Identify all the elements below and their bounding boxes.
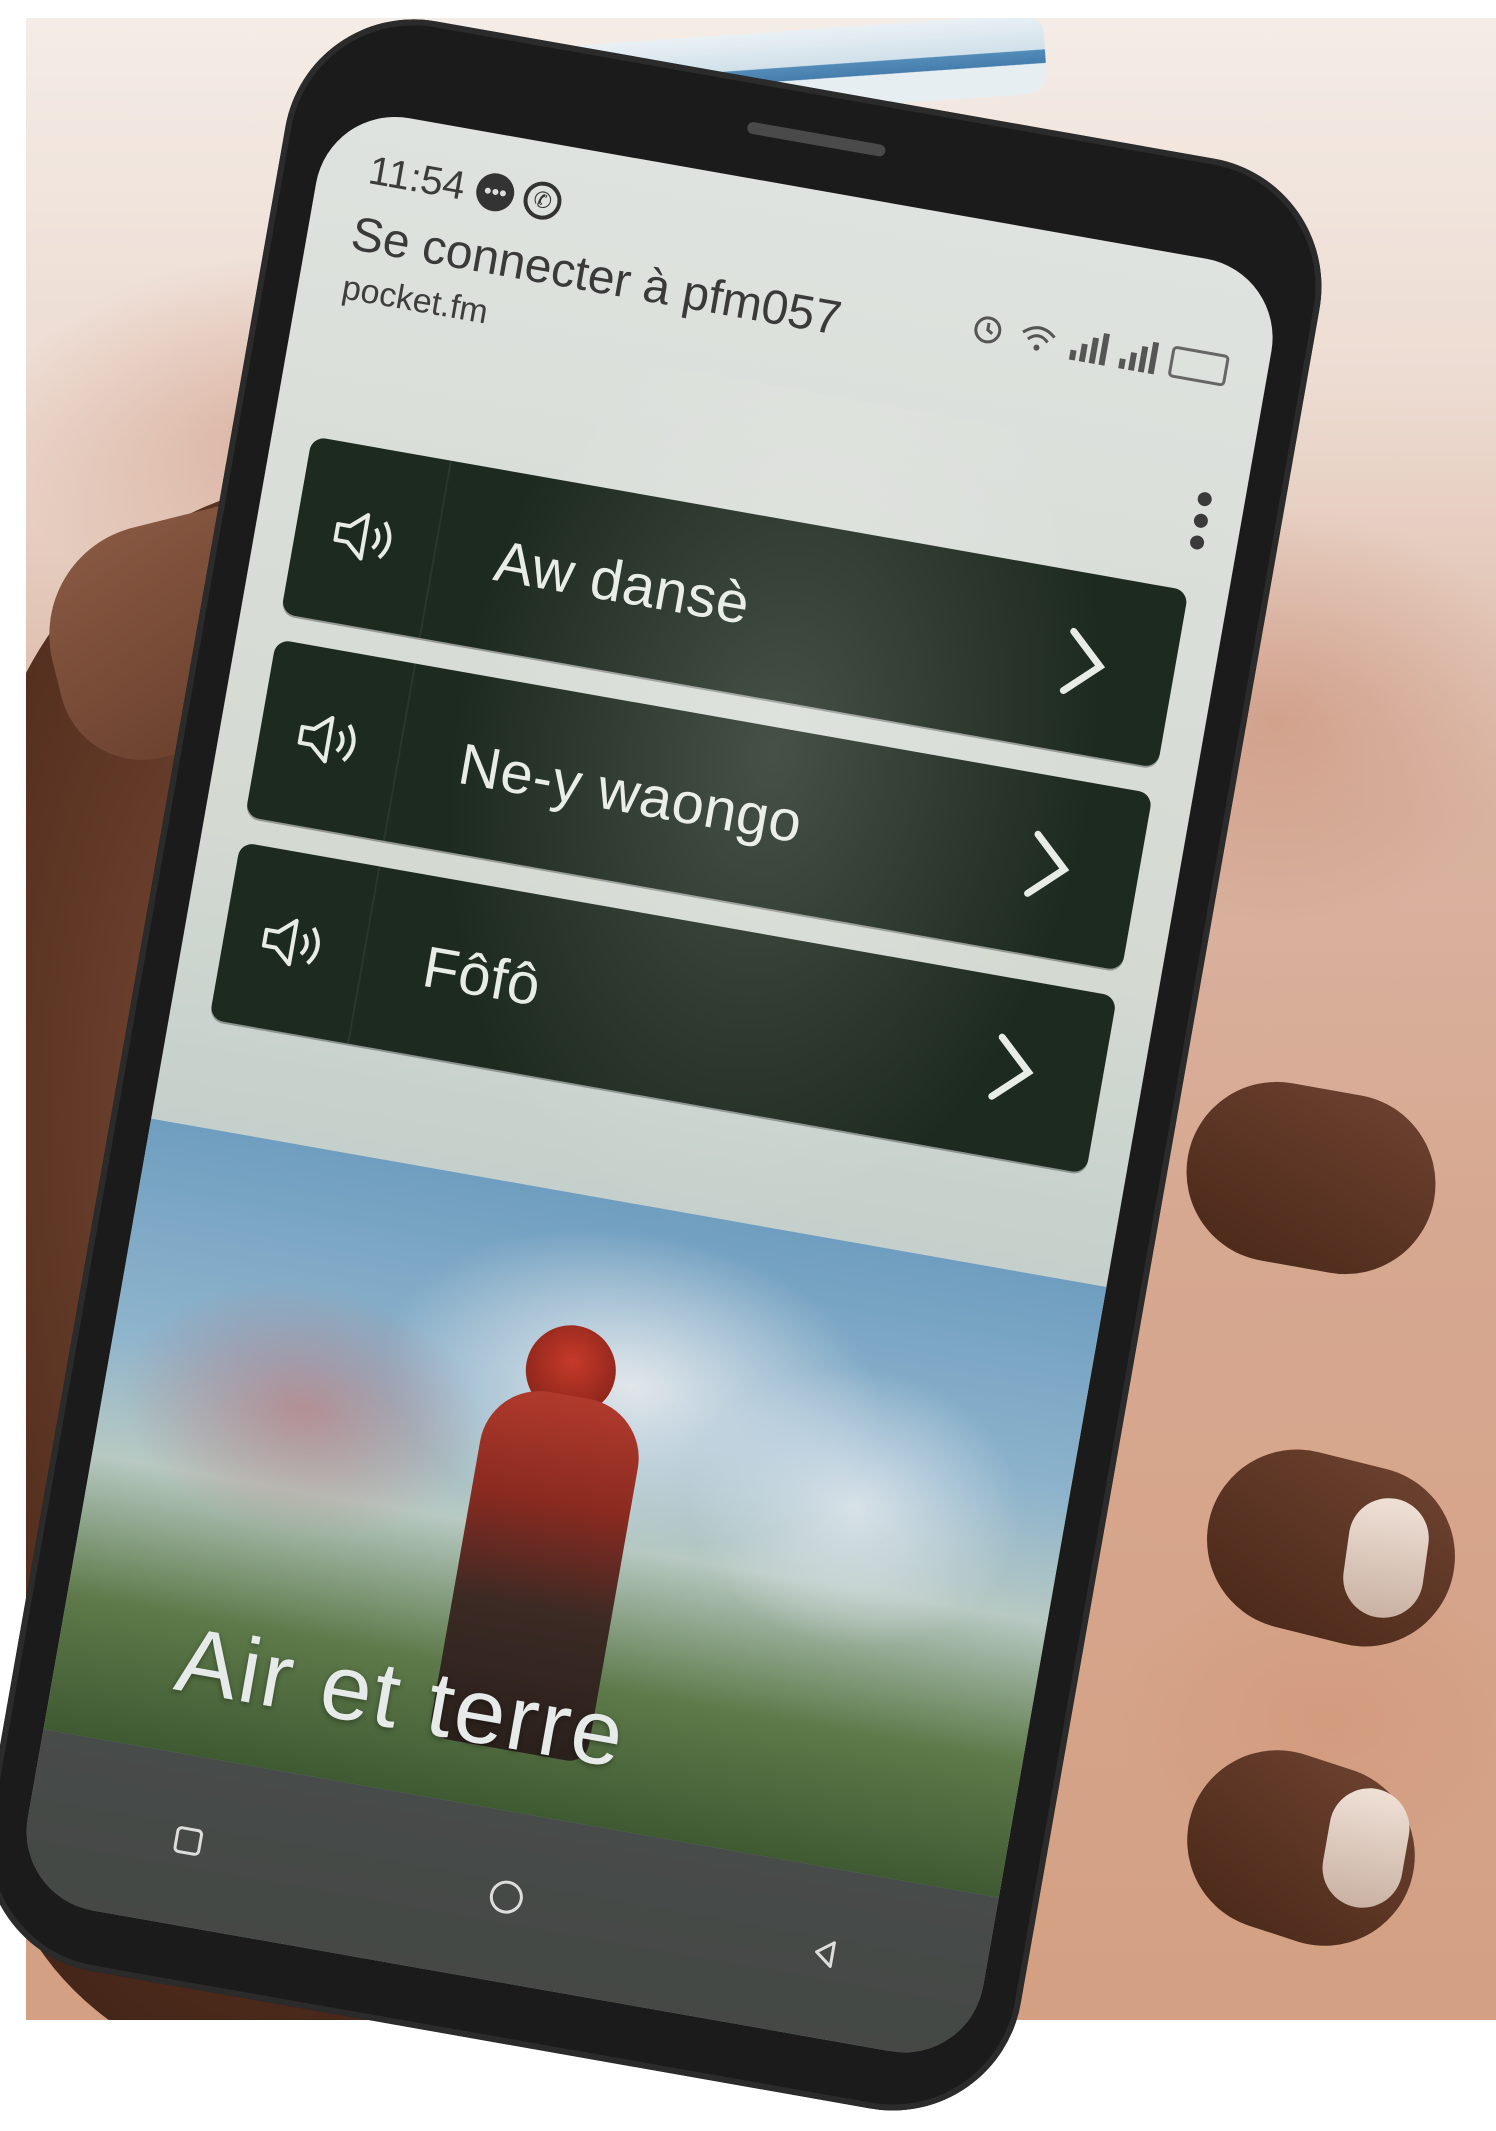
whatsapp-icon: ✆ [520,178,565,223]
finger [1172,1067,1450,1289]
speaker-icon[interactable] [209,841,381,1044]
menu-item-label: Ne-y waongo [453,730,808,856]
battery-icon [1167,345,1231,387]
home-icon[interactable] [472,1862,542,1932]
chevron-right-icon[interactable] [1038,617,1131,710]
chevron-right-icon[interactable] [1002,820,1095,913]
audio-menu-list: Aw dansè Ne-y waongo Fôfô [205,436,1189,1199]
menu-item-label: Aw dansè [489,527,755,637]
back-icon[interactable] [790,1919,860,1989]
earpiece [746,121,887,158]
message-icon: ••• [473,170,518,215]
speaker-icon[interactable] [280,436,452,639]
menu-item-label: Fôfô [418,933,546,1019]
chevron-right-icon[interactable] [966,1023,1059,1116]
speaker-icon[interactable] [245,639,417,841]
status-time: 11:54 [365,147,469,209]
finger [1187,1430,1475,1666]
recent-apps-icon[interactable] [153,1806,223,1876]
more-vertical-icon[interactable] [1186,491,1216,552]
